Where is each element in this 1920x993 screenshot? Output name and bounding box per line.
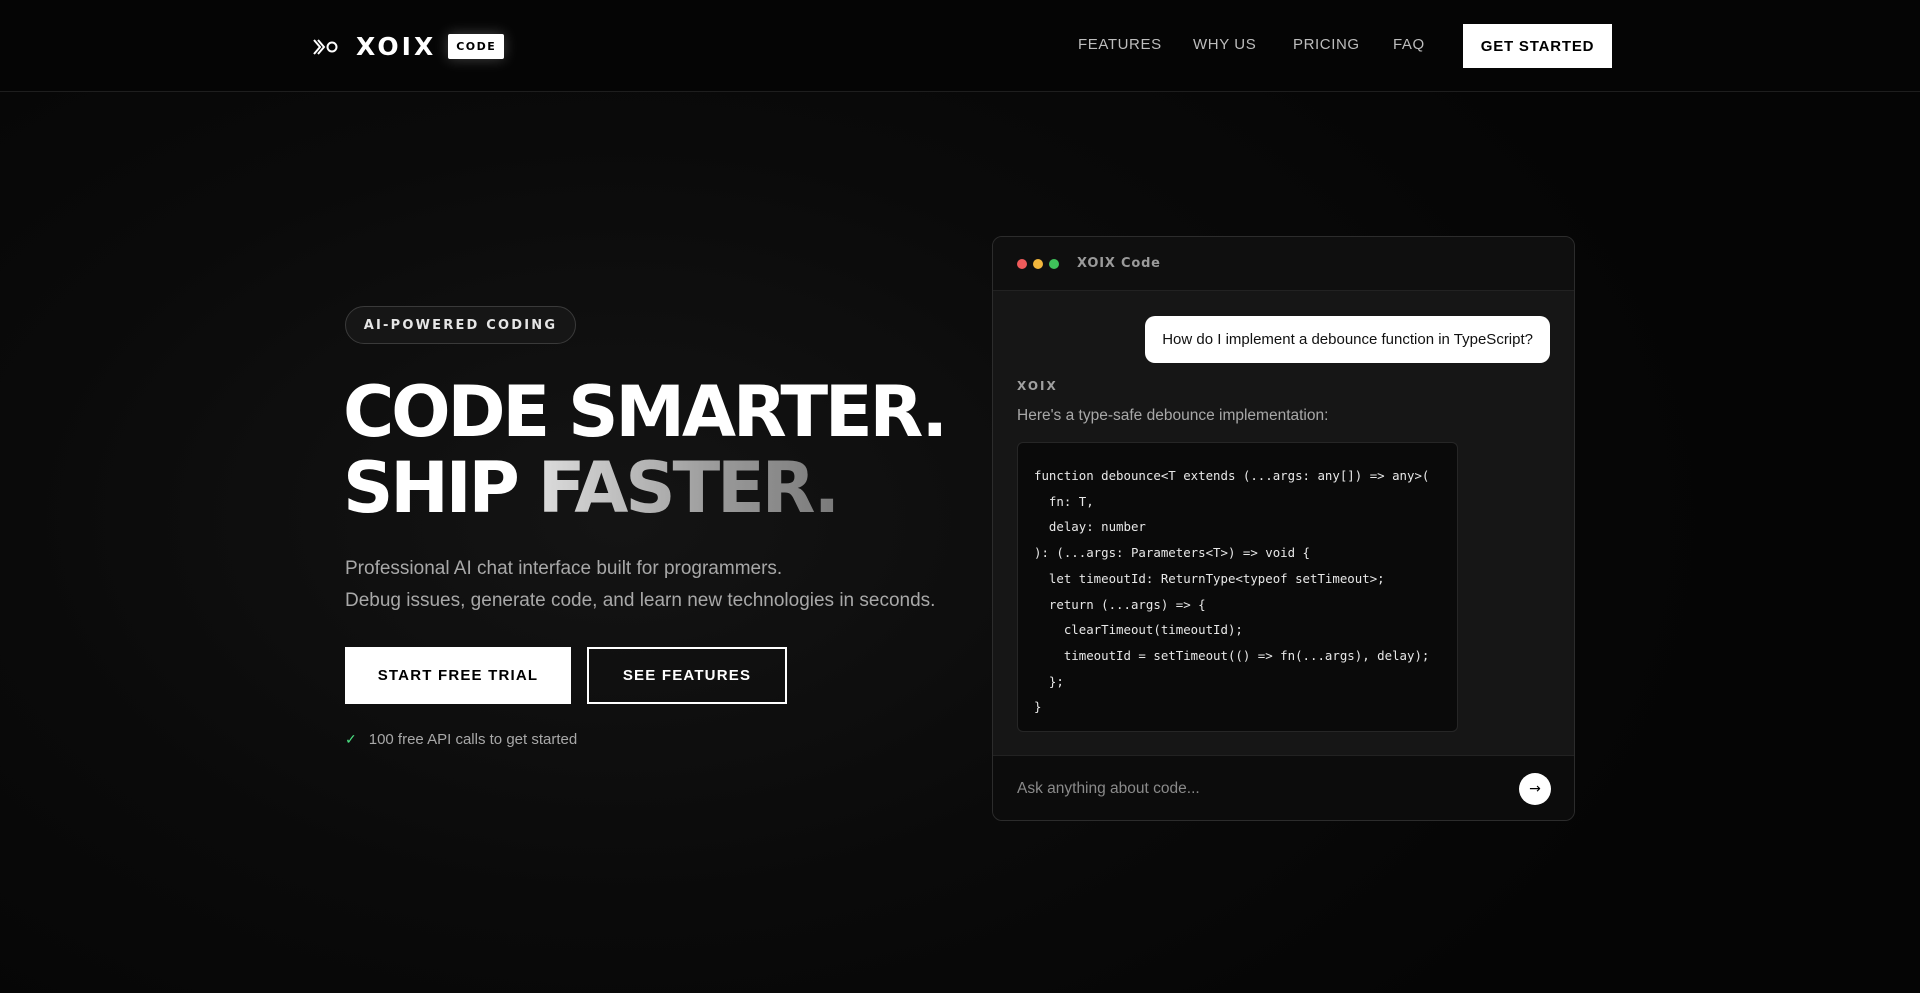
window-minimize-dot-icon [1033,258,1043,269]
headline-ship: SHIP [343,447,538,529]
free-calls-text: 100 free API calls to get started [368,731,578,748]
window-title: XOIX Code [1077,256,1161,271]
code-line: let timeoutId: ReturnType<typeof setTime… [1034,570,1385,586]
window-title-bar: XOIX Code [993,237,1574,291]
user-message: How do I implement a debounce function i… [1145,316,1550,363]
chat-input[interactable] [1017,777,1497,801]
top-navigation: XOIX CODE FEATURES WHY US PRICING FAQ GE… [0,0,1920,92]
bot-message: Here's a type-safe debounce implementati… [1017,407,1329,424]
see-features-button[interactable]: SEE FEATURES [587,647,787,704]
chat-input-bar: → [993,755,1574,820]
send-arrow-icon[interactable]: → [1519,773,1551,805]
brand-logo[interactable]: XOIX CODE [312,32,505,61]
code-line: delay: number [1034,519,1146,535]
start-free-trial-button[interactable]: START FREE TRIAL [345,647,571,704]
code-line: return (...args) => { [1034,596,1206,612]
nav-link-why-us[interactable]: WHY US [1193,36,1256,53]
hero-subtitle: Professional AI chat interface built for… [345,553,935,617]
chat-window: XOIX Code How do I implement a debounce … [992,236,1575,821]
headline-line-1: CODE SMARTER. [343,371,948,453]
code-block: function debounce<T extends (...args: an… [1017,442,1458,732]
ai-powered-badge: AI-POWERED CODING [345,306,576,344]
bot-name: XOIX [1017,379,1058,393]
window-close-dot-icon [1017,258,1027,269]
code-line: timeoutId = setTimeout(() => fn(...args)… [1034,647,1430,663]
brand-badge: CODE [448,34,505,59]
nav-link-faq[interactable]: FAQ [1393,36,1425,53]
brand-name: XOIX [356,32,437,61]
get-started-button[interactable]: GET STARTED [1463,24,1612,68]
code-line: function debounce<T extends (...args: an… [1034,468,1430,483]
code-line: } [1034,699,1042,715]
headline-faster: FASTER. [537,447,841,529]
code-line: ): (...args: Parameters<T>) => void { [1034,545,1311,561]
brand-mark-icon [312,37,338,57]
code-line: clearTimeout(timeoutId); [1034,622,1243,638]
code-line: fn: T, [1034,493,1094,509]
free-calls-note: ✓ 100 free API calls to get started [345,731,577,748]
hero-headline: CODE SMARTER. SHIP FASTER. [343,371,948,526]
nav-link-features[interactable]: FEATURES [1078,36,1162,53]
window-maximize-dot-icon [1049,258,1059,269]
subtitle-line-1: Professional AI chat interface built for… [345,558,783,579]
code-line: }; [1034,673,1064,689]
check-icon: ✓ [345,731,357,747]
nav-link-pricing[interactable]: PRICING [1293,36,1360,53]
subtitle-line-2: Debug issues, generate code, and learn n… [345,590,936,611]
headline-line-2: SHIP FASTER. [343,450,945,526]
